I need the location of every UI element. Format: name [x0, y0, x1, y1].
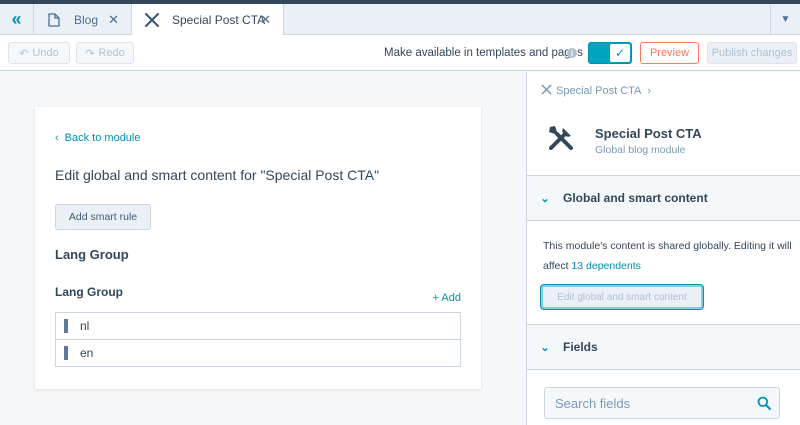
search-icon[interactable] — [749, 396, 779, 410]
double-chevron-left-icon: « — [11, 9, 22, 29]
search-fields-box — [544, 387, 780, 419]
chevron-down-icon: ⌄ — [540, 192, 550, 205]
chevron-down-icon: ⌄ — [540, 341, 550, 354]
breadcrumb-label: Special Post CTA — [556, 85, 642, 97]
tab-special-post-cta[interactable]: Special Post CTA ✕ — [132, 4, 284, 36]
back-label: Back to module — [64, 132, 141, 144]
editor-canvas: ‹ Back to module Edit global and smart co… — [0, 72, 526, 425]
module-name: Special Post CTA — [595, 126, 702, 141]
availability-toggle[interactable]: ✓ — [588, 42, 632, 64]
close-icon[interactable]: ✕ — [260, 12, 271, 28]
module-sidebar: Special Post CTA › Special Post CTA Glob… — [526, 72, 800, 425]
drag-handle-icon[interactable] — [56, 313, 76, 339]
section-label: Global and smart content — [563, 191, 708, 205]
wrench-screwdriver-icon — [144, 12, 160, 28]
back-to-module-link[interactable]: ‹ Back to module — [55, 132, 141, 144]
redo-icon: ↷ — [85, 47, 95, 60]
chevron-left-icon: ‹ — [55, 132, 59, 144]
undo-button[interactable]: ↶ Undo — [8, 42, 70, 64]
drag-handle-icon[interactable] — [56, 340, 76, 366]
tab-blog-label: Blog — [74, 12, 99, 27]
checkmark-icon: ✓ — [610, 44, 630, 62]
breadcrumb[interactable]: Special Post CTA › — [541, 84, 651, 98]
tabs-dropdown-button[interactable]: ▼ — [770, 4, 800, 35]
redo-label: Redo — [98, 47, 125, 59]
collapse-sidebar-button[interactable]: « — [0, 4, 34, 35]
global-content-section-header[interactable]: ⌄ Global and smart content — [527, 175, 800, 221]
list-item[interactable]: nl — [55, 312, 461, 340]
list-item-label: nl — [80, 319, 90, 333]
add-smart-rule-button[interactable]: Add smart rule — [55, 204, 151, 230]
tab-bar: « Blog ✕ Special Post CTA ✕ ▼ — [0, 0, 800, 36]
lang-group-list: nl en — [55, 312, 461, 367]
preview-button[interactable]: Preview — [640, 42, 699, 64]
tab-active-label: Special Post CTA — [172, 13, 266, 27]
publish-changes-button[interactable]: Publish changes — [707, 42, 797, 64]
group-heading: Lang Group — [55, 247, 129, 262]
section-label: Fields — [563, 340, 598, 354]
dependents-link[interactable]: 13 dependents — [571, 260, 640, 272]
chevron-down-icon: ▼ — [780, 14, 791, 25]
close-icon[interactable]: ✕ — [108, 12, 119, 28]
module-type: Global blog module — [595, 144, 686, 156]
list-item-label: en — [80, 346, 94, 360]
global-description: This module's content is shared globally… — [543, 236, 793, 276]
redo-button[interactable]: ↷ Redo — [76, 42, 134, 64]
availability-label: Make available in templates and pages — [384, 47, 583, 59]
toolbar: ↶ Undo ↷ Redo Make available in template… — [0, 35, 800, 71]
edit-global-content-button[interactable]: Edit global and smart content — [541, 285, 703, 309]
undo-icon: ↶ — [19, 47, 29, 60]
global-content-card: ‹ Back to module Edit global and smart co… — [35, 107, 481, 389]
chevron-right-icon: › — [647, 85, 652, 97]
add-item-link[interactable]: + Add — [433, 292, 461, 304]
group-label: Lang Group — [55, 285, 123, 299]
tab-blog[interactable]: Blog ✕ — [34, 4, 132, 35]
wrench-screwdriver-icon — [541, 84, 552, 98]
undo-label: Undo — [32, 47, 59, 59]
info-icon[interactable]: i — [567, 48, 577, 58]
fields-section-header[interactable]: ⌄ Fields — [527, 324, 800, 370]
document-icon — [46, 12, 62, 28]
wrench-screwdriver-icon — [545, 122, 577, 154]
page-title: Edit global and smart content for "Speci… — [55, 167, 380, 183]
list-item[interactable]: en — [55, 339, 461, 367]
search-input[interactable] — [545, 388, 749, 418]
